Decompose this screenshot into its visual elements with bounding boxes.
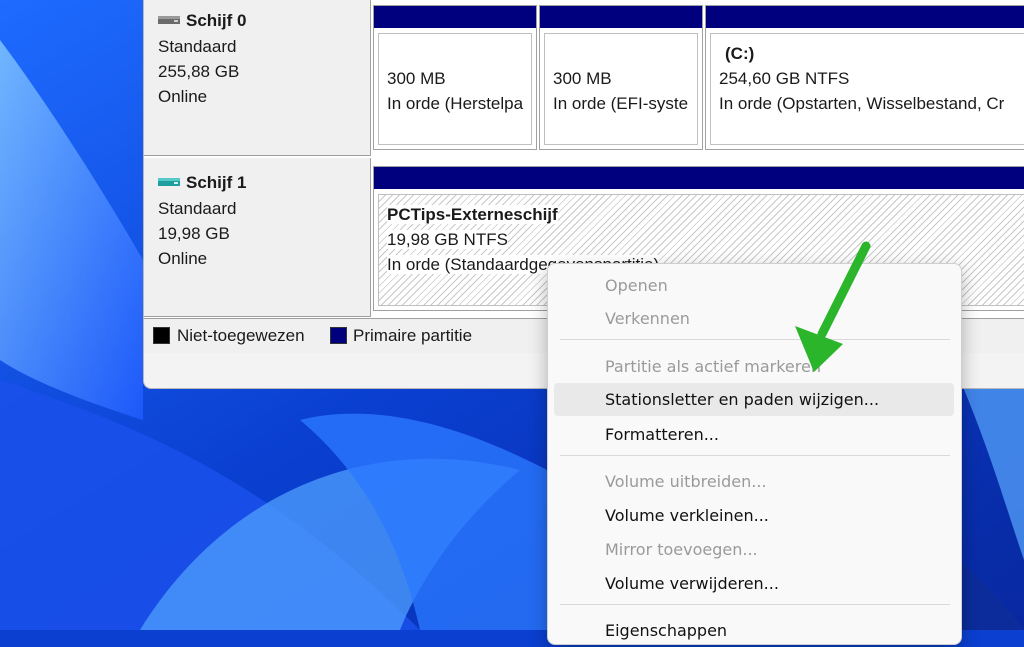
partition-efi-status: In orde (EFI-syste	[553, 94, 689, 113]
external-disk-icon	[158, 177, 180, 186]
partition-external-size: 19,98 GB NTFS	[387, 230, 508, 249]
partition-external-label: PCTips-Externeschijf	[387, 205, 558, 224]
partition-efi-size: 300 MB	[553, 69, 612, 88]
disk-1-label[interactable]: Schijf 1 Standaard 19,98 GB Online	[144, 158, 371, 317]
disk-0-name: Schijf 0	[186, 11, 247, 30]
partition-efi[interactable]: 300 MB In orde (EFI-syste	[539, 5, 703, 150]
menu-item-open[interactable]: Openen	[554, 269, 954, 302]
partition-c-size: 254,60 GB NTFS	[719, 69, 850, 88]
disk-1-size: 19,98 GB	[158, 224, 230, 243]
menu-separator	[560, 339, 950, 340]
partition-c-status: In orde (Opstarten, Wisselbestand, Cr	[719, 94, 1005, 113]
disk-0-status: Online	[158, 87, 208, 106]
menu-item-format[interactable]: Formatteren...	[554, 418, 954, 451]
disk-1-type: Standaard	[158, 199, 237, 218]
disk-1-status: Online	[158, 249, 208, 268]
unallocated-swatch	[153, 327, 170, 344]
menu-item-extend-volume[interactable]: Volume uitbreiden...	[554, 465, 954, 498]
legend-primary: Primaire partitie	[353, 326, 473, 345]
menu-item-change-drive-letter[interactable]: Stationsletter en paden wijzigen...	[554, 383, 954, 416]
menu-item-properties[interactable]: Eigenschappen	[554, 614, 954, 647]
partition-recovery-size: 300 MB	[387, 69, 446, 88]
primary-swatch	[330, 327, 347, 344]
disk-1-name: Schijf 1	[186, 173, 247, 192]
primary-partition-bar	[374, 6, 536, 28]
menu-item-explore[interactable]: Verkennen	[554, 302, 954, 335]
partition-c-label: (C:)	[725, 44, 755, 63]
menu-item-mark-active[interactable]: Partitie als actief markeren	[554, 350, 954, 383]
menu-separator	[560, 604, 950, 605]
partition-recovery-status: In orde (Herstelpa	[387, 94, 524, 113]
legend-unallocated: Niet-toegewezen	[177, 326, 305, 345]
menu-item-shrink-volume[interactable]: Volume verkleinen...	[554, 499, 954, 532]
menu-separator	[560, 455, 950, 456]
primary-partition-bar	[374, 167, 1024, 189]
menu-item-delete-volume[interactable]: Volume verwijderen...	[554, 567, 954, 600]
partition-c-drive[interactable]: (C:) 254,60 GB NTFS In orde (Opstarten, …	[705, 5, 1024, 150]
hard-disk-icon	[158, 15, 180, 24]
primary-partition-bar	[706, 6, 1024, 28]
disk-0-label[interactable]: Schijf 0 Standaard 255,88 GB Online	[144, 0, 371, 156]
partition-recovery[interactable]: 300 MB In orde (Herstelpa	[373, 5, 537, 150]
disk-0-type: Standaard	[158, 37, 237, 56]
context-menu: Openen Verkennen Partitie als actief mar…	[547, 263, 962, 645]
menu-item-add-mirror[interactable]: Mirror toevoegen...	[554, 533, 954, 566]
disk-0-size: 255,88 GB	[158, 62, 240, 81]
primary-partition-bar	[540, 6, 702, 28]
